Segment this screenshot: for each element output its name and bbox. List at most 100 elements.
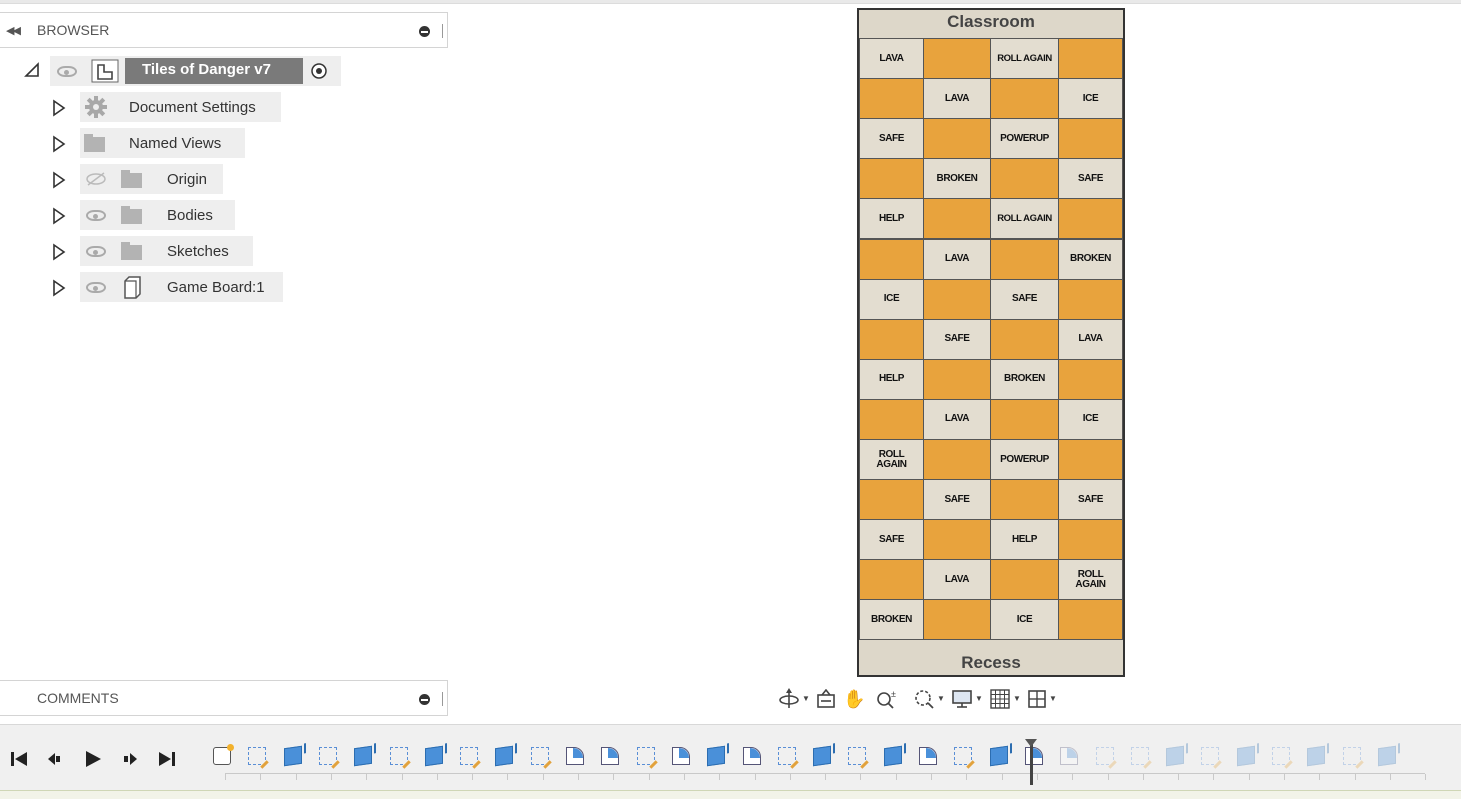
timeline-extrude-icon[interactable] [1166, 745, 1185, 767]
collapse-panel-icon[interactable]: ◀◀ [6, 24, 21, 37]
timeline-tick [225, 774, 226, 780]
expand-triangle-icon[interactable] [52, 207, 66, 230]
timeline-extrude-icon[interactable] [283, 745, 302, 767]
collapse-triangle-icon[interactable] [24, 62, 40, 78]
browser-panel-header[interactable]: ◀◀ BROWSER [0, 12, 448, 48]
board-tile-empty [859, 158, 924, 200]
timeline-fillet-icon[interactable] [566, 747, 584, 765]
timeline-tick [1107, 774, 1109, 780]
fit-icon[interactable] [913, 688, 935, 710]
timeline-extrude-icon[interactable] [813, 745, 832, 767]
orbit-icon[interactable] [778, 688, 800, 710]
timeline-sketch-icon[interactable] [954, 747, 973, 765]
timeline-tick [260, 774, 262, 780]
timeline-sketch-icon[interactable] [460, 747, 479, 765]
timeline-extrude-icon[interactable] [1307, 745, 1326, 767]
panel-resize-handle[interactable] [442, 24, 443, 38]
timeline-start-icon[interactable] [213, 744, 234, 765]
eye-icon[interactable] [86, 210, 106, 221]
timeline-extrude-icon[interactable] [495, 745, 514, 767]
viewports-icon[interactable] [1027, 689, 1047, 709]
eye-icon[interactable] [86, 282, 106, 293]
go-to-start-icon[interactable] [10, 749, 30, 774]
board-tile-empty [1058, 439, 1123, 481]
board-tile-empty [1058, 519, 1123, 561]
timeline-fillet-icon[interactable] [1060, 747, 1079, 765]
timeline-sketch-icon[interactable] [777, 747, 796, 765]
timeline-fillet-icon[interactable] [671, 747, 690, 765]
board-tile: POWERUP [990, 439, 1059, 481]
game-board-canvas[interactable]: Classroom LAVA ROLL AGAIN LAVA ICE SAFE POWER… [857, 8, 1125, 677]
document-name[interactable]: Tiles of Danger v7 [142, 61, 271, 78]
eye-icon[interactable] [57, 66, 77, 77]
timeline-tick [895, 774, 897, 780]
fit-dropdown-icon[interactable]: ▼ [937, 694, 945, 703]
timeline-sketch-icon[interactable] [636, 747, 655, 765]
display-settings-icon[interactable] [951, 688, 973, 710]
timeline-sketch-icon[interactable] [318, 747, 337, 765]
timeline-marker[interactable] [1025, 739, 1037, 785]
step-back-icon[interactable] [45, 749, 65, 774]
board-tile-empty [990, 78, 1059, 120]
timeline-tick [436, 774, 438, 780]
timeline-extrude-icon[interactable] [1236, 745, 1255, 767]
board-tile-empty [923, 358, 991, 400]
tree-row-label: Game Board:1 [167, 279, 265, 296]
eye-hidden-icon[interactable] [85, 171, 107, 192]
timeline-sketch-icon[interactable] [1201, 747, 1220, 765]
timeline-tick [542, 774, 544, 780]
timeline-extrude-icon[interactable] [707, 745, 726, 767]
look-at-icon[interactable] [816, 689, 836, 709]
board-bottom-label: Recess [961, 653, 1021, 672]
timeline-sketch-icon[interactable] [848, 747, 867, 765]
timeline-tick [578, 774, 579, 780]
eye-icon[interactable] [86, 246, 106, 257]
grid-icon[interactable] [989, 688, 1011, 710]
board-tile: SAFE [859, 118, 924, 160]
timeline-sketch-icon[interactable] [389, 747, 408, 765]
folder-icon [84, 134, 105, 152]
timeline-tick [366, 774, 368, 780]
timeline-tick [825, 774, 827, 780]
expand-triangle-icon[interactable] [52, 279, 66, 302]
expand-triangle-icon[interactable] [52, 135, 66, 158]
pan-icon[interactable]: ✋ [843, 690, 865, 708]
go-to-end-icon[interactable] [157, 749, 177, 774]
timeline-sketch-icon[interactable] [1272, 747, 1290, 765]
timeline-sketch-icon[interactable] [1095, 747, 1114, 765]
play-icon[interactable] [83, 749, 103, 774]
timeline-fillet-icon[interactable] [601, 747, 620, 765]
expand-triangle-icon[interactable] [52, 99, 66, 122]
activate-radio-icon[interactable] [310, 62, 328, 80]
timeline-extrude-icon[interactable] [989, 745, 1008, 767]
timeline-fillet-icon[interactable] [1024, 747, 1043, 765]
expand-triangle-icon[interactable] [52, 171, 66, 194]
panel-options-icon[interactable] [419, 26, 430, 37]
viewports-dropdown-icon[interactable]: ▼ [1049, 694, 1057, 703]
timeline-extrude-icon[interactable] [424, 745, 443, 767]
timeline-sketch-icon[interactable] [1130, 747, 1149, 765]
expand-triangle-icon[interactable] [52, 243, 66, 266]
timeline-sketch-icon[interactable] [530, 747, 549, 765]
display-dropdown-icon[interactable]: ▼ [975, 694, 983, 703]
board-tile-empty [923, 439, 991, 481]
comments-title: COMMENTS [37, 690, 119, 706]
timeline-ruler [225, 773, 1427, 780]
timeline-sketch-icon[interactable] [1342, 747, 1361, 765]
timeline-tick [1142, 774, 1144, 780]
timeline-fillet-icon[interactable] [742, 747, 761, 765]
timeline-extrude-icon[interactable] [1377, 745, 1396, 767]
zoom-icon[interactable]: ± [876, 689, 898, 709]
timeline-extrude-icon[interactable] [354, 745, 373, 767]
timeline-tick [330, 774, 332, 780]
timeline-fillet-icon[interactable] [919, 747, 937, 765]
grid-dropdown-icon[interactable]: ▼ [1013, 694, 1021, 703]
step-forward-icon[interactable] [121, 749, 141, 774]
add-comment-icon[interactable] [419, 694, 430, 705]
orbit-dropdown-icon[interactable]: ▼ [802, 694, 810, 703]
comments-panel-header[interactable]: COMMENTS [0, 680, 448, 716]
timeline-extrude-icon[interactable] [883, 745, 902, 767]
document-icon [91, 59, 119, 83]
timeline-sketch-icon[interactable] [248, 747, 267, 765]
comments-resize-handle[interactable] [442, 692, 443, 706]
